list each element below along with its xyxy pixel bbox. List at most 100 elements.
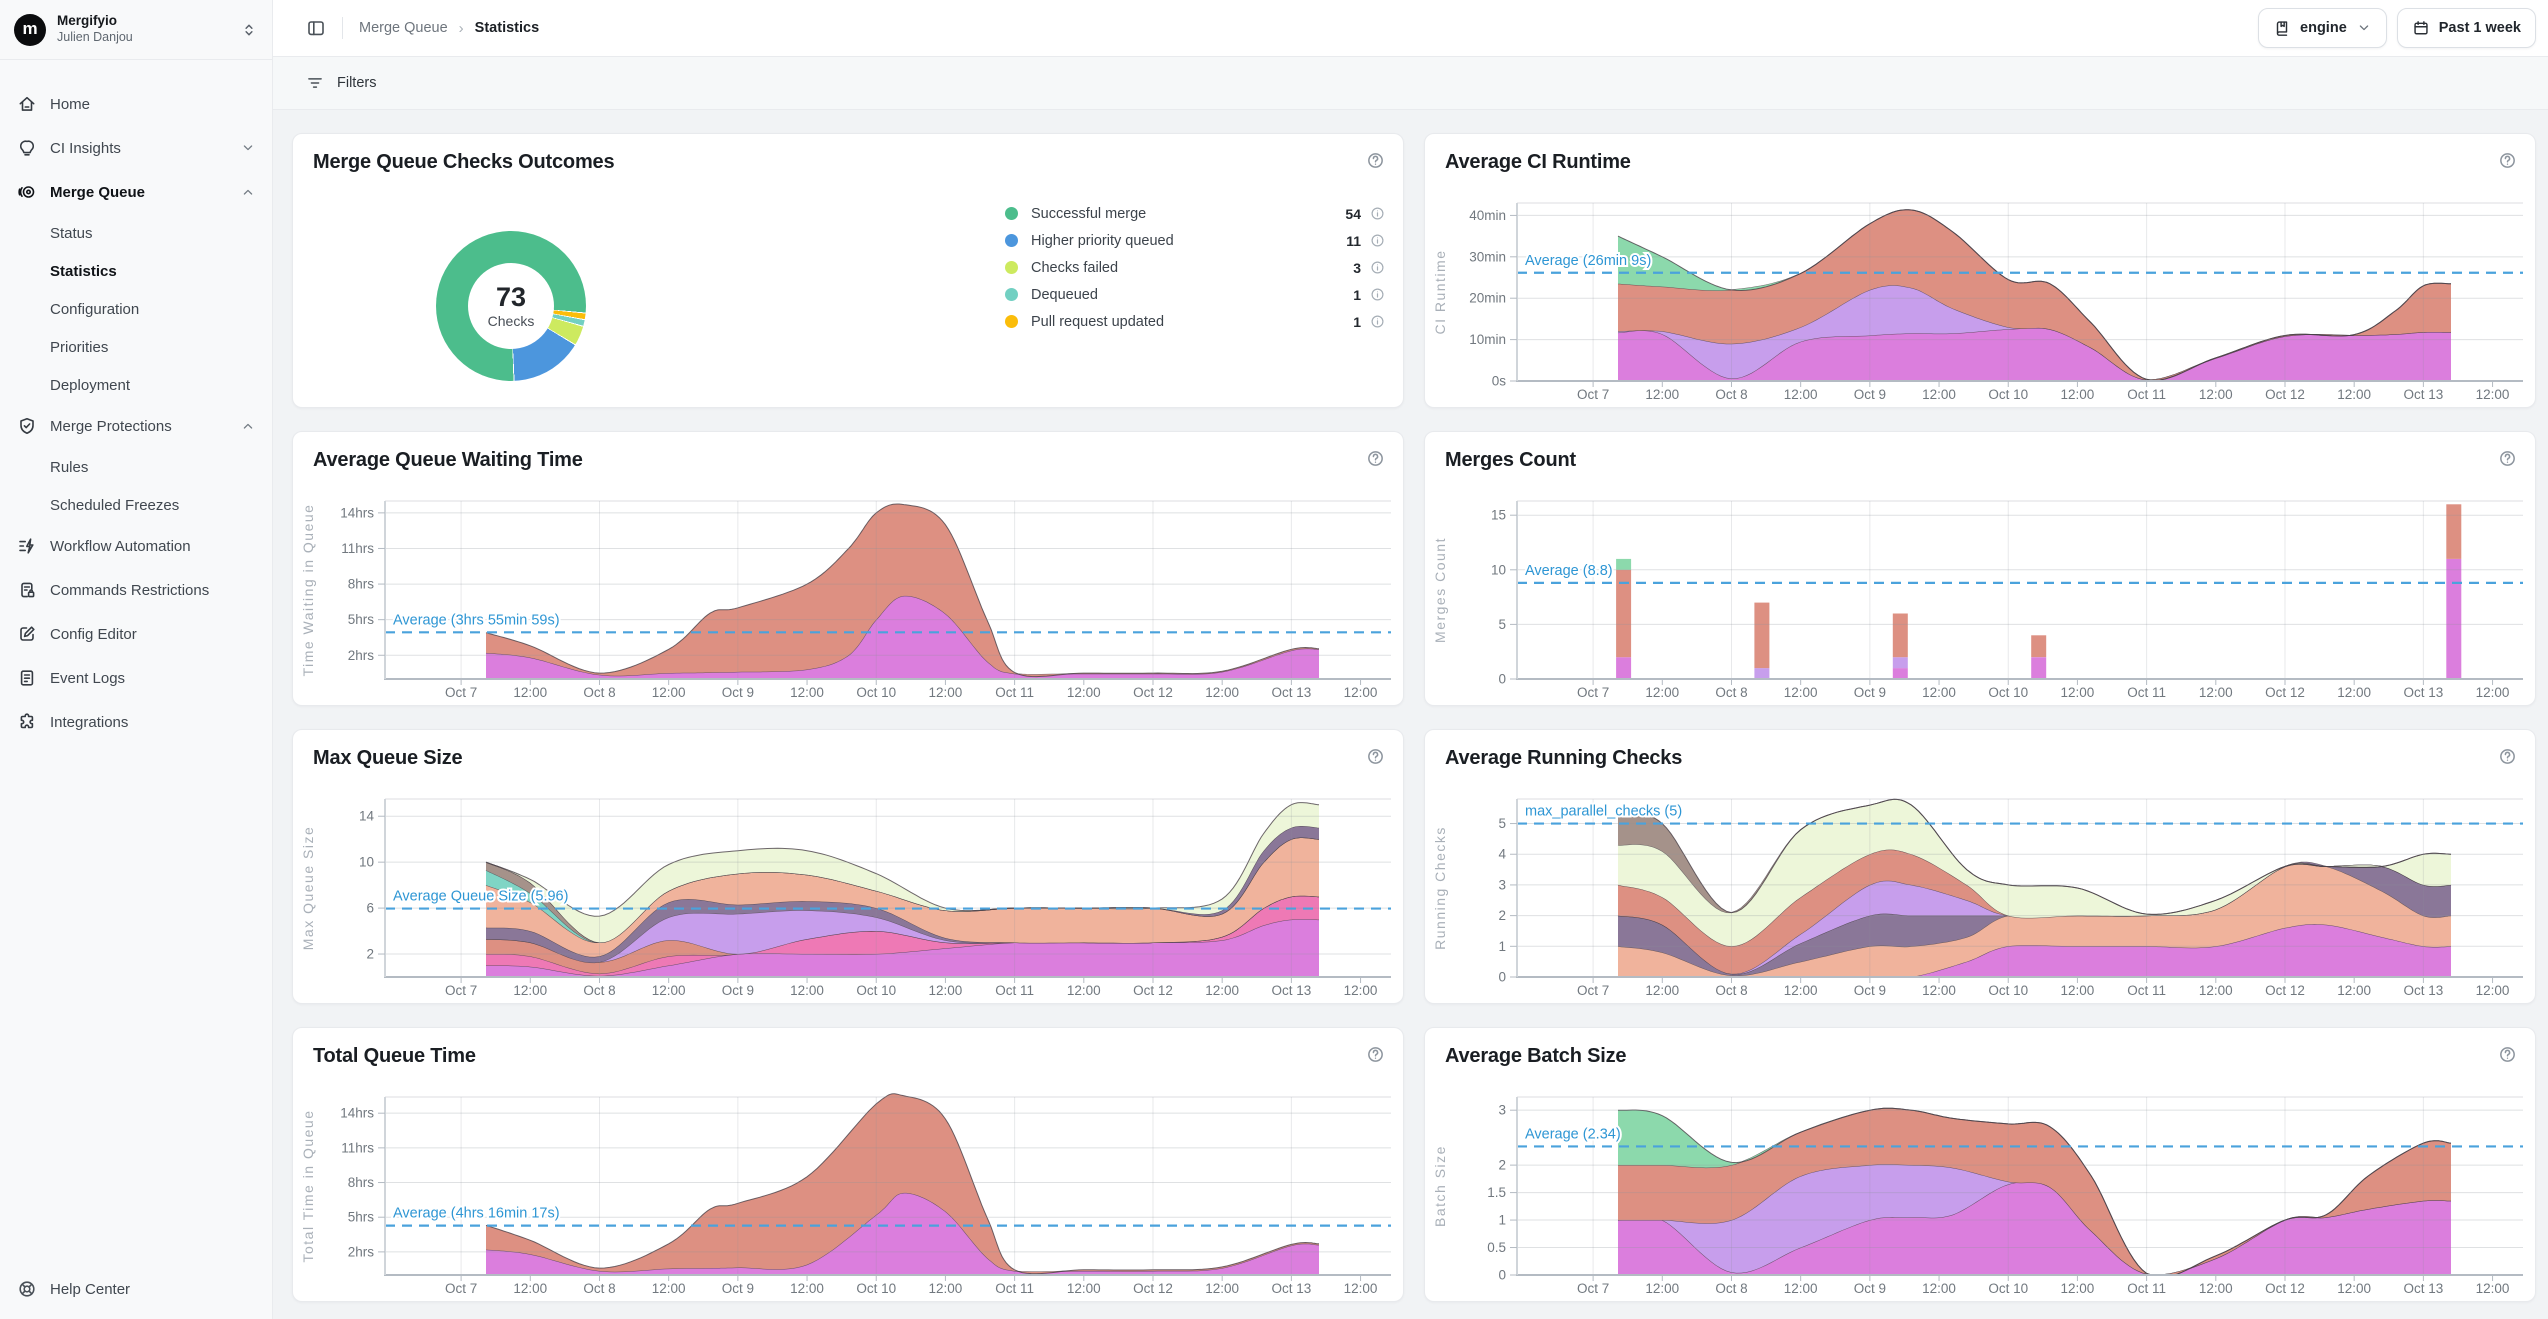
help-icon[interactable]: [1366, 747, 1385, 766]
legend-value: 11: [1346, 233, 1361, 249]
sidebar-item-workflow-automation[interactable]: Workflow Automation: [0, 524, 272, 568]
sidebar-item-ci-insights[interactable]: CI Insights: [0, 126, 272, 170]
sidebar-item-event-logs[interactable]: Event Logs: [0, 656, 272, 700]
svg-text:0: 0: [1498, 1268, 1506, 1283]
legend-item-pull-request-updated[interactable]: Pull request updated1: [1005, 308, 1385, 335]
help-icon[interactable]: [1366, 449, 1385, 468]
svg-text:12:00: 12:00: [652, 983, 686, 998]
queue-icon: [17, 182, 37, 202]
svg-text:12:00: 12:00: [1922, 685, 1956, 700]
svg-text:Oct 9: Oct 9: [722, 685, 754, 700]
svg-text:12:00: 12:00: [1067, 983, 1101, 998]
logs-icon: [17, 668, 37, 688]
sidebar-item-statistics[interactable]: Statistics: [0, 252, 272, 290]
repository-select[interactable]: engine: [2258, 8, 2387, 48]
svg-text:2: 2: [1498, 1158, 1506, 1173]
breadcrumb-merge-queue[interactable]: Merge Queue: [359, 20, 448, 36]
running-checks-chart: max_parallel_checks (5)Oct 712:00Oct 812…: [1425, 786, 2537, 1005]
workspace-switcher[interactable]: m Mergifyio Julien Danjou: [0, 0, 272, 60]
svg-text:11hrs: 11hrs: [341, 541, 374, 556]
date-range-button[interactable]: Past 1 week: [2397, 8, 2536, 48]
sidebar-item-configuration[interactable]: Configuration: [0, 290, 272, 328]
legend-item-dequeued[interactable]: Dequeued1: [1005, 281, 1385, 308]
svg-text:12:00: 12:00: [2337, 685, 2371, 700]
chart-merges-count: Average (8.8)Oct 712:00Oct 812:00Oct 912…: [1425, 488, 2537, 707]
card-total-queue-time: Total Queue TimeAverage (4hrs 16min 17s)…: [292, 1027, 1404, 1302]
info-icon[interactable]: [1370, 260, 1385, 275]
svg-text:5: 5: [1498, 816, 1506, 831]
svg-text:Oct 13: Oct 13: [1271, 983, 1311, 998]
unfold-icon[interactable]: [240, 21, 258, 39]
shield-icon: [17, 416, 37, 436]
legend-item-successful-merge[interactable]: Successful merge54: [1005, 200, 1385, 227]
sidebar-item-priorities[interactable]: Priorities: [0, 328, 272, 366]
sidebar-item-status[interactable]: Status: [0, 214, 272, 252]
svg-text:12:00: 12:00: [1344, 1281, 1378, 1296]
svg-text:Oct 13: Oct 13: [1271, 1281, 1311, 1296]
average-line-label: Average (3hrs 55min 59s): [393, 612, 560, 628]
sidebar-item-integrations[interactable]: Integrations: [0, 700, 272, 744]
sidebar-item-label: Priorities: [50, 339, 108, 356]
help-icon[interactable]: [2498, 151, 2517, 170]
sidebar-item-help-center[interactable]: Help Center: [17, 1279, 130, 1299]
svg-text:Oct 11: Oct 11: [2127, 983, 2166, 998]
svg-text:Oct 10: Oct 10: [856, 1281, 896, 1296]
help-icon[interactable]: [2498, 747, 2517, 766]
svg-text:12:00: 12:00: [1645, 685, 1679, 700]
help-icon[interactable]: [2498, 1045, 2517, 1064]
card-ci-runtime: Average CI RuntimeAverage (26min 9s)Oct …: [1424, 133, 2536, 408]
svg-text:10min: 10min: [1469, 332, 1506, 347]
sidebar-item-home[interactable]: Home: [0, 82, 272, 126]
svg-text:Oct 12: Oct 12: [2265, 685, 2305, 700]
svg-text:Oct 8: Oct 8: [1715, 983, 1747, 998]
info-icon[interactable]: [1370, 314, 1385, 329]
sidebar-toggle-icon[interactable]: [306, 18, 326, 38]
svg-text:12:00: 12:00: [2199, 983, 2233, 998]
chart-running-checks: max_parallel_checks (5)Oct 712:00Oct 812…: [1425, 786, 2537, 1005]
svg-text:2: 2: [366, 947, 374, 962]
help-icon[interactable]: [1366, 151, 1385, 170]
help-icon[interactable]: [1366, 1045, 1385, 1064]
sidebar-item-merge-protections[interactable]: Merge Protections: [0, 404, 272, 448]
sidebar-item-deployment[interactable]: Deployment: [0, 366, 272, 404]
svg-text:Oct 13: Oct 13: [2403, 387, 2443, 402]
chevron-down-icon: [240, 140, 256, 156]
sidebar-item-merge-queue[interactable]: Merge Queue: [0, 170, 272, 214]
sidebar-item-config-editor[interactable]: Config Editor: [0, 612, 272, 656]
legend-label: Dequeued: [1031, 287, 1353, 303]
sidebar-item-rules[interactable]: Rules: [0, 448, 272, 486]
chevron-up-icon: [240, 418, 256, 434]
donut-total: 73: [496, 283, 526, 313]
user-name: Julien Danjou: [57, 30, 240, 46]
info-icon[interactable]: [1370, 206, 1385, 221]
svg-text:12:00: 12:00: [929, 685, 963, 700]
sidebar-item-label: Commands Restrictions: [50, 582, 209, 599]
svg-text:1: 1: [1498, 1213, 1506, 1228]
svg-text:Oct 12: Oct 12: [1133, 1281, 1173, 1296]
legend-item-checks-failed[interactable]: Checks failed3: [1005, 254, 1385, 281]
svg-text:12:00: 12:00: [2061, 1281, 2095, 1296]
ci-runtime-chart: Average (26min 9s)Oct 712:00Oct 812:00Oc…: [1425, 190, 2537, 409]
info-icon[interactable]: [1370, 287, 1385, 302]
filters-button[interactable]: Filters: [306, 74, 376, 92]
repository-label: engine: [2300, 20, 2347, 36]
svg-text:Oct 9: Oct 9: [1854, 983, 1886, 998]
sidebar-item-label: Config Editor: [50, 626, 137, 643]
help-icon[interactable]: [2498, 449, 2517, 468]
y-axis-title: Running Checks: [1432, 826, 1448, 950]
card-title: Max Queue Size: [313, 747, 462, 770]
sidebar-item-commands-restrictions[interactable]: Commands Restrictions: [0, 568, 272, 612]
sidebar-item-label: Configuration: [50, 301, 139, 318]
svg-text:11hrs: 11hrs: [341, 1140, 374, 1155]
donut-ring[interactable]: 73Checks: [436, 231, 586, 381]
svg-text:Oct 7: Oct 7: [1577, 983, 1609, 998]
info-icon[interactable]: [1370, 233, 1385, 248]
chart-ci-runtime: Average (26min 9s)Oct 712:00Oct 812:00Oc…: [1425, 190, 2537, 409]
svg-text:20min: 20min: [1469, 291, 1506, 306]
sidebar-item-scheduled-freezes[interactable]: Scheduled Freezes: [0, 486, 272, 524]
chart-max-queue-size: Average Queue Size (5.96)Oct 712:00Oct 8…: [293, 786, 1405, 1005]
filters-label: Filters: [337, 75, 376, 91]
svg-text:Oct 9: Oct 9: [1854, 387, 1886, 402]
help-center-label: Help Center: [50, 1281, 130, 1298]
legend-item-higher-priority-queued[interactable]: Higher priority queued11: [1005, 227, 1385, 254]
